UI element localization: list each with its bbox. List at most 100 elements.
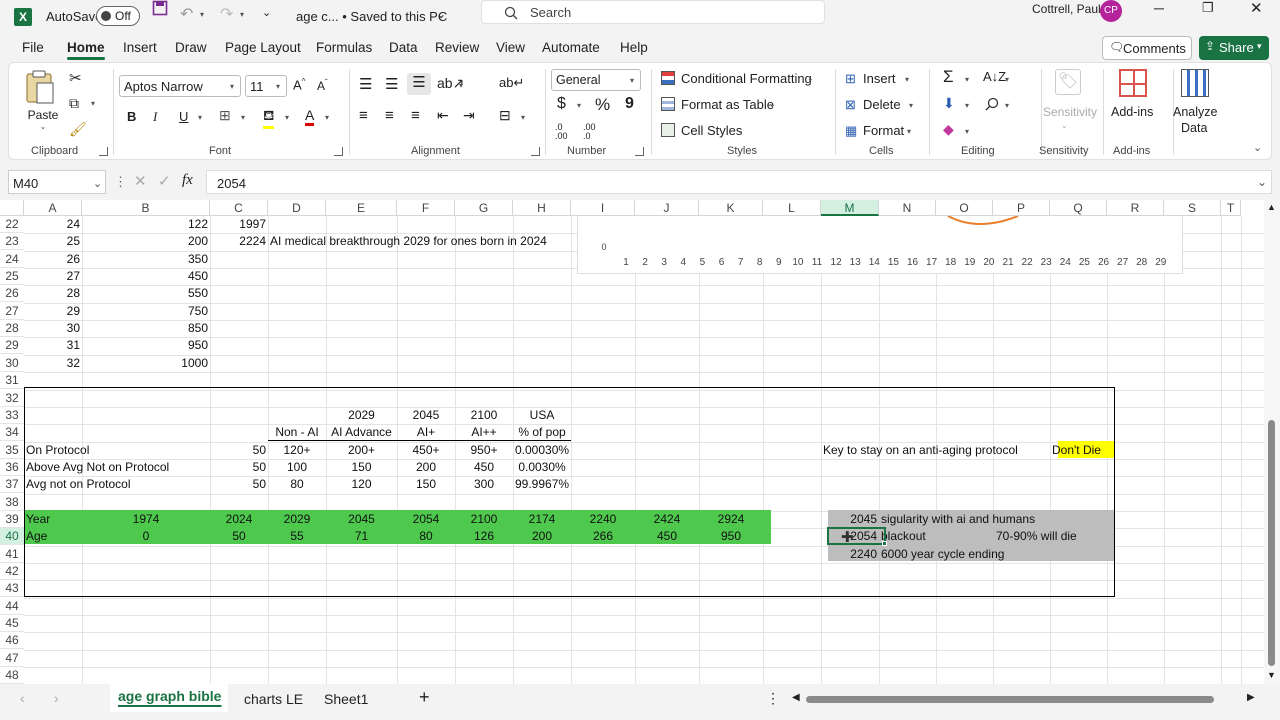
decrease-decimal-button[interactable]: .00 .0	[583, 123, 605, 141]
bold-button[interactable]: B	[127, 109, 136, 124]
cell-e39[interactable]: 2045	[326, 511, 397, 528]
customize-qat-icon[interactable]: ⌄	[262, 6, 271, 19]
alignment-launcher-icon[interactable]	[531, 147, 540, 156]
formula-input[interactable]: 2054 ⌄	[206, 170, 1272, 194]
row-header-31[interactable]: 31	[0, 372, 24, 390]
insert-function-icon[interactable]: fx	[182, 172, 193, 189]
cell-c40[interactable]: 50	[210, 528, 268, 545]
cell-e36[interactable]: 150	[326, 459, 397, 476]
row-header-37[interactable]: 37	[0, 476, 24, 494]
row-header-27[interactable]: 27	[0, 302, 24, 320]
cell-f36[interactable]: 200	[397, 459, 455, 476]
column-header-e[interactable]: E	[326, 200, 397, 216]
cell-a35[interactable]: On Protocol	[24, 442, 89, 459]
cell-i39[interactable]: 2240	[571, 511, 635, 528]
italic-button[interactable]: I	[153, 109, 157, 125]
cell-d36[interactable]: 100	[268, 459, 326, 476]
title-dropdown-icon[interactable]: ⌄	[436, 7, 446, 21]
chart-area[interactable]: 1 2 3 4 5 6 7 8 9 10 11 12 13 14 15 16 17 18 19 20 21 22 23 24 2…	[577, 216, 1183, 274]
cell-a22[interactable]: 24	[24, 216, 82, 233]
comments-button[interactable]: 🗨 Comments	[1102, 36, 1192, 60]
share-button[interactable]: ⇪ Share ▾	[1199, 36, 1269, 60]
cell-f37[interactable]: 150	[397, 476, 455, 493]
redo-icon[interactable]: ↷	[220, 4, 233, 24]
column-header-t[interactable]: T	[1221, 200, 1241, 216]
column-header-m[interactable]: M	[821, 200, 879, 216]
underline-button[interactable]: U	[179, 109, 188, 124]
font-color-dropdown-icon[interactable]: ▾	[325, 113, 329, 122]
column-header-l[interactable]: L	[763, 200, 821, 216]
row-header-40[interactable]: 40	[0, 528, 24, 546]
clear-icon[interactable]: ◆	[943, 121, 954, 138]
cell-a40[interactable]: Age	[24, 528, 82, 545]
font-size-box[interactable]: 11 ▾	[245, 75, 287, 97]
row-header-41[interactable]: 41	[0, 545, 24, 563]
cell-e37[interactable]: 120	[326, 476, 397, 493]
cell-f39[interactable]: 2054	[397, 511, 455, 528]
cell-b27[interactable]: 750	[82, 303, 210, 320]
row-header-25[interactable]: 25	[0, 268, 24, 286]
cell-h35[interactable]: 0.00030%	[513, 442, 571, 459]
cell-d39[interactable]: 2029	[268, 511, 326, 528]
cell-h39[interactable]: 2174	[513, 511, 571, 528]
add-ins-button[interactable]: Add-ins	[1111, 105, 1153, 119]
scroll-down-icon[interactable]: ▼	[1267, 670, 1276, 680]
column-header-h[interactable]: H	[513, 200, 571, 216]
font-name-box[interactable]: Aptos Narrow ▾	[119, 75, 241, 97]
cell-k40[interactable]: 950	[699, 528, 763, 545]
row-header-47[interactable]: 47	[0, 649, 24, 667]
scroll-left-icon[interactable]: ◀	[792, 692, 800, 703]
cell-c39[interactable]: 2024	[210, 511, 268, 528]
cell-b29[interactable]: 950	[82, 337, 210, 354]
column-header-c[interactable]: C	[210, 200, 268, 216]
column-header-i[interactable]: I	[571, 200, 635, 216]
cell-d34[interactable]: Non - AI	[268, 424, 326, 442]
underline-dropdown-icon[interactable]: ▾	[198, 113, 202, 122]
row-header-46[interactable]: 46	[0, 632, 24, 650]
cell-d23[interactable]: AI medical breakthrough 2029 for ones bo…	[268, 233, 549, 250]
cell-a39[interactable]: Year	[24, 511, 82, 528]
prev-sheet-icon[interactable]: ‹	[20, 690, 25, 706]
vertical-scroll-thumb[interactable]	[1268, 420, 1275, 666]
cell-j39[interactable]: 2424	[635, 511, 699, 528]
number-launcher-icon[interactable]	[635, 147, 644, 156]
document-title[interactable]: age c... • Saved to this PC	[296, 9, 447, 24]
column-header-a[interactable]: A	[24, 200, 82, 216]
cell-b40[interactable]: 0	[82, 528, 210, 545]
add-sheet-button[interactable]: +	[419, 687, 430, 708]
format-dropdown-icon[interactable]: ▾	[907, 127, 911, 136]
scroll-right-icon[interactable]: ▶	[1247, 692, 1255, 703]
cell-a37[interactable]: Avg not on Protocol	[24, 476, 133, 493]
row-header-26[interactable]: 26	[0, 285, 24, 303]
cell-b25[interactable]: 450	[82, 268, 210, 285]
row-header-24[interactable]: 24	[0, 250, 24, 268]
cell-b28[interactable]: 850	[82, 320, 210, 337]
row-header-42[interactable]: 42	[0, 563, 24, 580]
tab-review[interactable]: Review	[435, 40, 479, 55]
cell-b22[interactable]: 122	[82, 216, 210, 233]
tab-home[interactable]: Home	[67, 40, 105, 60]
vertical-scrollbar[interactable]: ▲ ▼	[1264, 200, 1280, 684]
column-header-q[interactable]: Q	[1050, 200, 1107, 216]
cell-g34[interactable]: AI++	[455, 424, 513, 442]
tab-help[interactable]: Help	[620, 40, 648, 55]
merge-dropdown-icon[interactable]: ▾	[521, 113, 525, 122]
sheet-tab-age-graph-bible[interactable]: age graph bible	[110, 684, 228, 712]
cell-f40[interactable]: 80	[397, 528, 455, 545]
clear-dropdown-icon[interactable]: ▾	[965, 127, 969, 136]
tab-data[interactable]: Data	[389, 40, 418, 55]
cell-o40[interactable]: 70-90% will die	[994, 528, 1079, 545]
font-launcher-icon[interactable]	[334, 147, 343, 156]
fill-dropdown-icon[interactable]: ▾	[965, 101, 969, 110]
column-header-k[interactable]: K	[699, 200, 763, 216]
cell-k39[interactable]: 2924	[699, 511, 763, 528]
tab-view[interactable]: View	[496, 40, 525, 55]
fill-handle[interactable]	[882, 541, 887, 546]
column-header-r[interactable]: R	[1107, 200, 1164, 216]
cell-styles-button[interactable]: Cell Styles	[681, 123, 742, 138]
delete-cells-button[interactable]: Delete	[863, 97, 901, 112]
cell-b39[interactable]: 1974	[82, 511, 210, 528]
row-header-44[interactable]: 44	[0, 597, 24, 615]
column-header-s[interactable]: S	[1164, 200, 1221, 216]
close-icon[interactable]: ✕	[1250, 0, 1263, 17]
